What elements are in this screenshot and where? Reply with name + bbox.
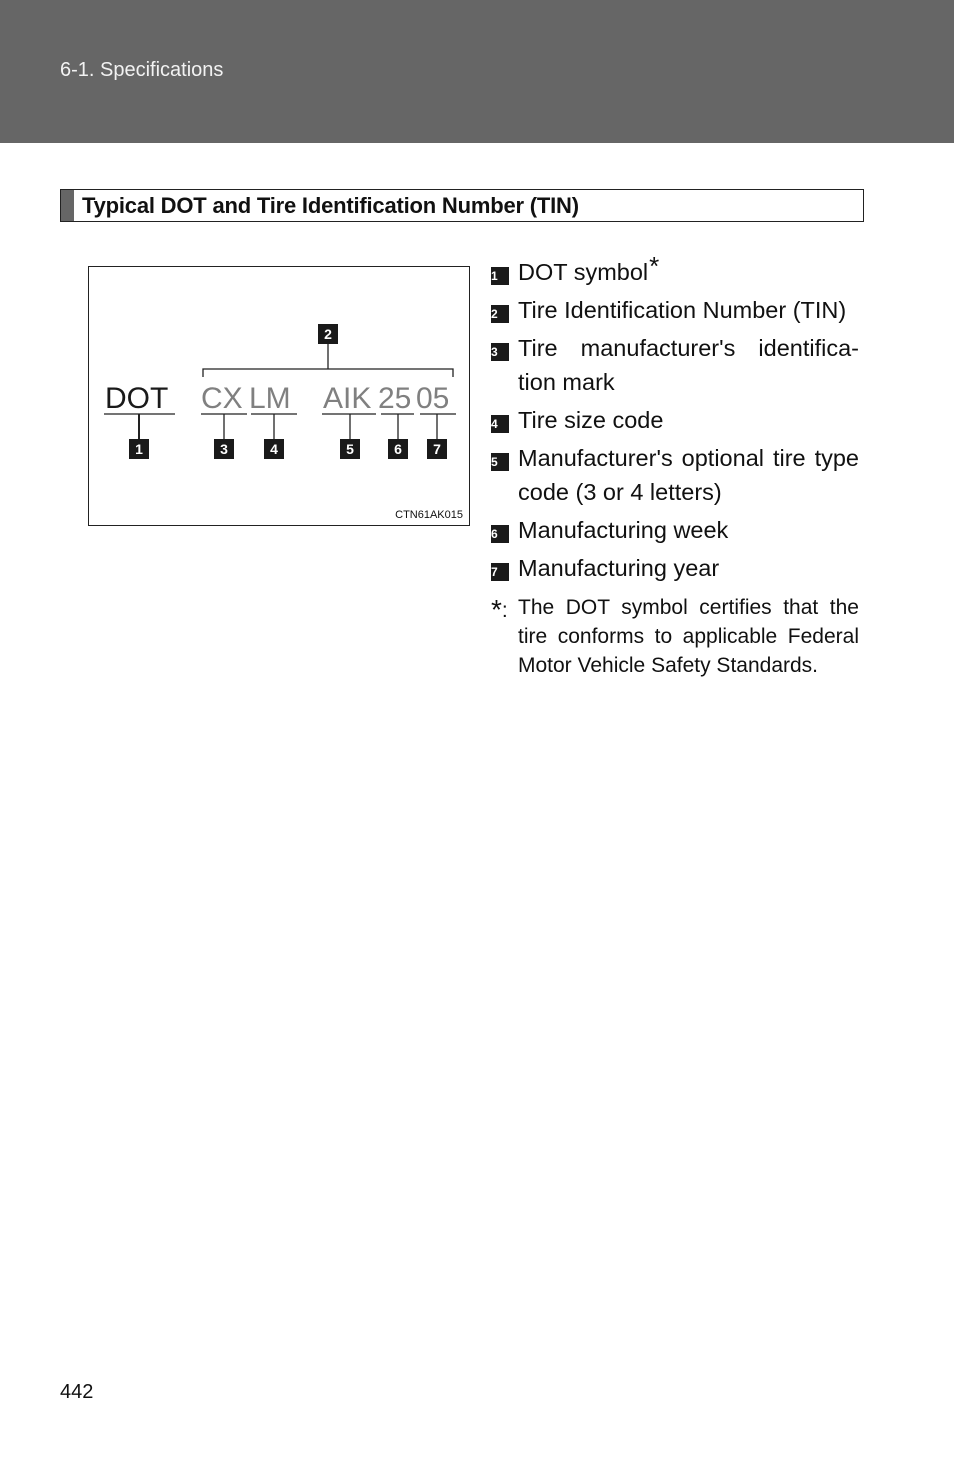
legend-item-2: 2 Tire Identification Number (TIN) — [491, 293, 859, 327]
tin-diagram: DOT CX LM AIK 25 05 1 2 3 4 5 6 7 CTN61A… — [88, 266, 470, 526]
underlines — [104, 413, 456, 439]
number-badge-3: 3 — [491, 343, 509, 361]
legend-item-label: Manufacturing year — [518, 555, 720, 581]
svg-text:6: 6 — [394, 441, 402, 457]
number-badge-1: 1 — [491, 267, 509, 285]
page-header: 6-1. Specifications — [0, 0, 954, 143]
svg-text:7: 7 — [433, 441, 441, 457]
footnote-text: The DOT symbol certifies that the tire c… — [518, 596, 859, 677]
year-text: 05 — [416, 382, 449, 415]
size-code-text: LM — [249, 382, 291, 415]
footnote-marker: *: — [491, 594, 508, 625]
legend-item-3: 3 Tire manufacturer's identifica- tion m… — [491, 331, 859, 399]
svg-text:2: 2 — [324, 326, 332, 342]
svg-text:5: 5 — [346, 441, 354, 457]
figure-code: CTN61AK015 — [395, 509, 463, 521]
callout-3: 3 — [214, 439, 234, 459]
tin-diagram-svg: DOT CX LM AIK 25 05 1 2 3 4 5 6 7 — [104, 324, 456, 459]
svg-text:4: 4 — [270, 441, 278, 457]
legend-list: 1 DOT symbol* 2 Tire Identification Numb… — [491, 251, 859, 680]
callout-4: 4 — [264, 439, 284, 459]
manufacturer-code-text: CX — [201, 382, 243, 415]
dot-text: DOT — [105, 382, 168, 415]
page-number: 442 — [60, 1381, 94, 1403]
number-badge-7: 7 — [491, 563, 509, 581]
breadcrumb: 6-1. Specifications — [60, 59, 224, 81]
legend-item-1: 1 DOT symbol* — [491, 251, 859, 289]
legend-item-label: DOT symbol — [518, 259, 649, 285]
svg-text:3: 3 — [220, 441, 228, 457]
callout-6: 6 — [388, 439, 408, 459]
legend-item-label: Manufacturing week — [518, 517, 729, 543]
number-badge-6: 6 — [491, 525, 509, 543]
svg-text:1: 1 — [135, 441, 143, 457]
section-title-box: Typical DOT and Tire Identification Numb… — [60, 189, 864, 222]
legend-item-label: Tire size code — [518, 407, 664, 433]
number-badge-5: 5 — [491, 453, 509, 471]
number-badge-2: 2 — [491, 305, 509, 323]
section-title-accent-bar — [61, 190, 74, 221]
legend-item-7: 7 Manufacturing year — [491, 551, 859, 585]
callout-7: 7 — [427, 439, 447, 459]
legend-item-4: 4 Tire size code — [491, 403, 859, 437]
section-title: Typical DOT and Tire Identification Numb… — [82, 193, 579, 218]
footnote: *: The DOT symbol certifies that the tir… — [491, 593, 859, 680]
legend-item-5: 5 Manufacturer's optional tire type code… — [491, 441, 859, 509]
legend-item-label: Manufacturer's optional tire type code (… — [518, 445, 859, 505]
tire-type-code-text: AIK — [323, 382, 371, 415]
footnote-asterisk: * — [649, 251, 660, 281]
callout-2: 2 — [318, 324, 338, 344]
legend-item-label: Tire manufacturer's identifica- tion mar… — [518, 335, 859, 395]
tin-bracket — [202, 343, 454, 377]
week-text: 25 — [378, 382, 411, 415]
legend-item-6: 6 Manufacturing week — [491, 513, 859, 547]
callout-1: 1 — [129, 439, 149, 459]
callout-5: 5 — [340, 439, 360, 459]
legend-item-label: Tire Identification Number (TIN) — [518, 297, 847, 323]
number-badge-4: 4 — [491, 415, 509, 433]
